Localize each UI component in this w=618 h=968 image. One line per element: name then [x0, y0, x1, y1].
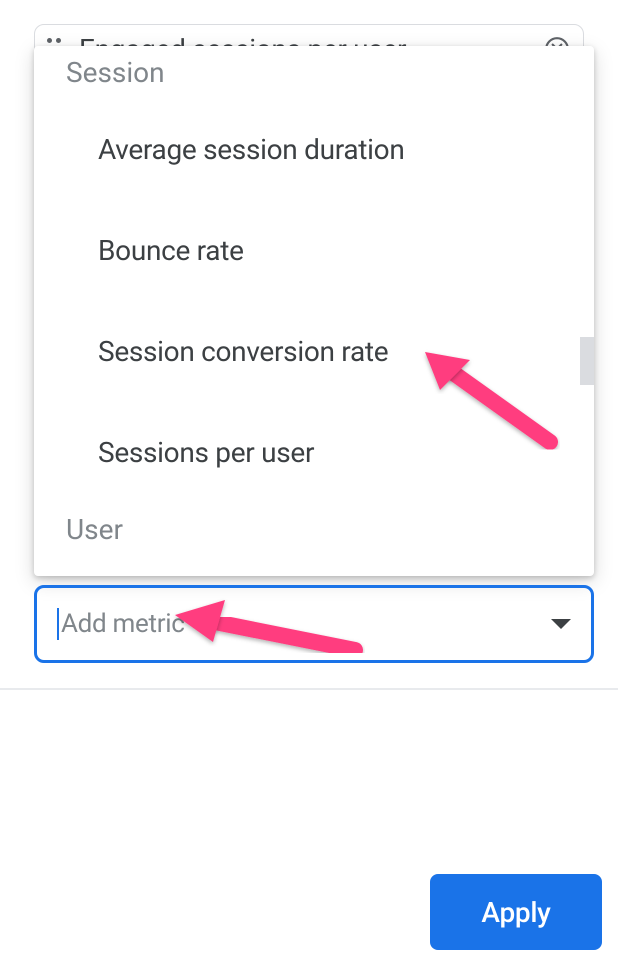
category-header-session: Session	[34, 46, 594, 99]
horizontal-divider	[0, 688, 618, 690]
scrollbar-thumb[interactable]	[580, 337, 594, 385]
caret-down-icon	[551, 619, 571, 629]
metric-option-sessions-per-user[interactable]: Sessions per user	[34, 402, 594, 503]
metric-dropdown-panel: Session Average session duration Bounce …	[34, 46, 594, 576]
apply-button[interactable]: Apply	[430, 874, 602, 950]
metric-option-session-conversion-rate[interactable]: Session conversion rate	[34, 301, 594, 402]
add-metric-input[interactable]: Add metric	[34, 585, 594, 663]
metric-option-avg-session-duration[interactable]: Average session duration	[34, 99, 594, 200]
text-cursor	[57, 608, 59, 640]
metric-option-bounce-rate[interactable]: Bounce rate	[34, 200, 594, 301]
category-header-user: User	[34, 503, 594, 556]
add-metric-placeholder: Add metric	[61, 609, 551, 639]
